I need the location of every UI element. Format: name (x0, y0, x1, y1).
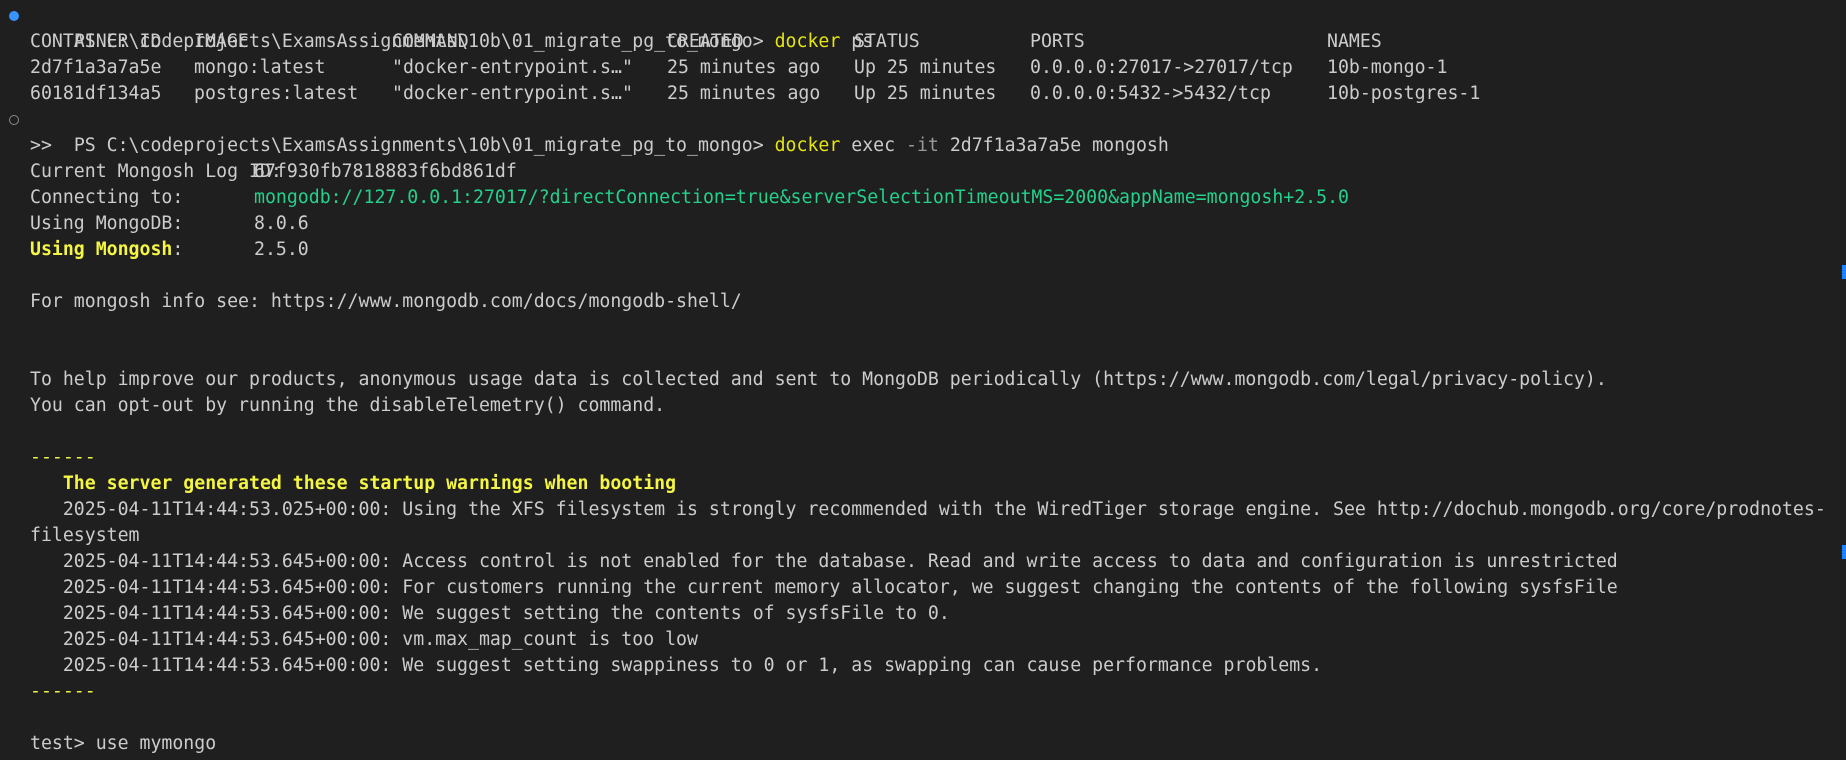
table-header-cell: STATUS (854, 31, 920, 52)
table-row: 2d7f1a3a7a5e mongo:latest "docker-entrypoi… (30, 55, 1846, 81)
info-label-colon: : (172, 239, 184, 260)
connecting-line: Connecting to: mongodb://127.0.0.1:27017/… (30, 185, 1846, 211)
separator: ------ (30, 681, 96, 702)
mongo-prompt-line[interactable]: test> use mymongo (30, 731, 1846, 757)
warning-line: 2025-04-11T14:44:53.645+00:00: Access co… (30, 549, 1846, 575)
table-cell: 10b-postgres-1 (1327, 83, 1481, 104)
info-label: Using MongoDB: (30, 213, 184, 234)
warning-text: 2025-04-11T14:44:53.645+00:00: We sugges… (62, 603, 950, 624)
warning-line: 2025-04-11T14:44:53.645+00:00: We sugges… (30, 653, 1846, 679)
prompt-line: PS C:\codeprojects\ExamsAssignments\10b\… (9, 3, 1846, 52)
warning-text: 2025-04-11T14:44:53.025+00:00: Using the… (62, 499, 1826, 520)
table-cell: postgres:latest (194, 83, 359, 104)
warning-text: 2025-04-11T14:44:53.645+00:00: We sugges… (62, 655, 1323, 676)
telemetry-line: You can opt-out by running the disableTe… (30, 395, 666, 416)
warning-line: 2025-04-11T14:44:53.645+00:00: We sugges… (30, 601, 1846, 627)
table-header-cell: CREATED (667, 31, 744, 52)
info-label: Using Mongosh (30, 239, 173, 260)
warning-line: 2025-04-11T14:44:53.645+00:00: For custo… (30, 575, 1846, 601)
table-header-cell: NAMES (1327, 31, 1382, 52)
warning-line-continued: filesystem (30, 525, 140, 546)
warnings-title: The server generated these startup warni… (62, 473, 677, 494)
table-cell: Up 25 minutes (854, 57, 997, 78)
info-see-line: For mongosh info see: https://www.mongod… (30, 291, 742, 312)
table-cell: "docker-entrypoint.s…" (392, 57, 633, 78)
connection-string: mongodb://127.0.0.1:27017/?directConnect… (254, 187, 1349, 208)
table-cell: 0.0.0.0:27017->27017/tcp (1030, 57, 1293, 78)
table-cell: mongo:latest (194, 57, 326, 78)
telemetry-line: To help improve our products, anonymous … (30, 369, 1607, 390)
log-id-line: Current Mongosh Log ID:67f930fb7818883f6… (30, 159, 1846, 185)
table-cell: "docker-entrypoint.s…" (392, 83, 633, 104)
warnings-title-line: The server generated these startup warni… (30, 471, 1846, 497)
table-cell: Up 25 minutes (854, 83, 997, 104)
table-cell: 25 minutes ago (667, 83, 821, 104)
table-header-row: CONTAINER ID IMAGE COMMAND CREATED STATUS POR… (30, 29, 1846, 55)
table-cell: 2d7f1a3a7a5e (30, 57, 162, 78)
continuation-prompt: >> (30, 135, 52, 156)
terminal-output[interactable]: PS C:\codeprojects\ExamsAssignments\10b\… (0, 0, 1846, 760)
warning-text: 2025-04-11T14:44:53.645+00:00: Access co… (62, 551, 1618, 572)
scrollbar-marker[interactable] (1842, 545, 1846, 559)
table-cell: 10b-mongo-1 (1327, 57, 1448, 78)
command-decoration-icon[interactable] (9, 11, 19, 21)
info-value: 2.5.0 (254, 239, 309, 260)
info-label: Current Mongosh Log ID: (30, 161, 282, 182)
warning-line: 2025-04-11T14:44:53.645+00:00: vm.max_ma… (30, 627, 1846, 653)
table-header-cell: IMAGE (194, 31, 249, 52)
command-decoration-icon[interactable] (9, 115, 19, 125)
warning-text: 2025-04-11T14:44:53.645+00:00: vm.max_ma… (62, 629, 698, 650)
mongo-prompt: test> (30, 733, 96, 754)
table-cell: 25 minutes ago (667, 57, 821, 78)
table-cell: 60181df134a5 (30, 83, 162, 104)
table-cell: 0.0.0.0:5432->5432/tcp (1030, 83, 1271, 104)
table-header-cell: PORTS (1030, 31, 1085, 52)
info-value: 8.0.6 (254, 213, 309, 234)
mongo-input[interactable]: use mymongo (96, 733, 216, 754)
info-value: 67f930fb7818883f6bd861df (254, 161, 517, 182)
warning-text: 2025-04-11T14:44:53.645+00:00: For custo… (62, 577, 1618, 598)
warning-line: 2025-04-11T14:44:53.025+00:00: Using the… (30, 497, 1846, 523)
separator: ------ (30, 447, 96, 468)
scrollbar-marker[interactable] (1842, 265, 1846, 279)
mongodb-version-line: Using MongoDB: 8.0.6 (30, 211, 1846, 237)
table-header-cell: COMMAND (392, 31, 469, 52)
table-row: 60181df134a5 postgres:latest "docker-entry… (30, 81, 1846, 107)
mongosh-version-line: Using Mongosh: 2.5.0 (30, 237, 1846, 263)
prompt-line: PS C:\codeprojects\ExamsAssignments\10b\… (9, 107, 1846, 156)
table-header-cell: CONTAINER ID (30, 31, 162, 52)
info-label: Connecting to: (30, 187, 184, 208)
